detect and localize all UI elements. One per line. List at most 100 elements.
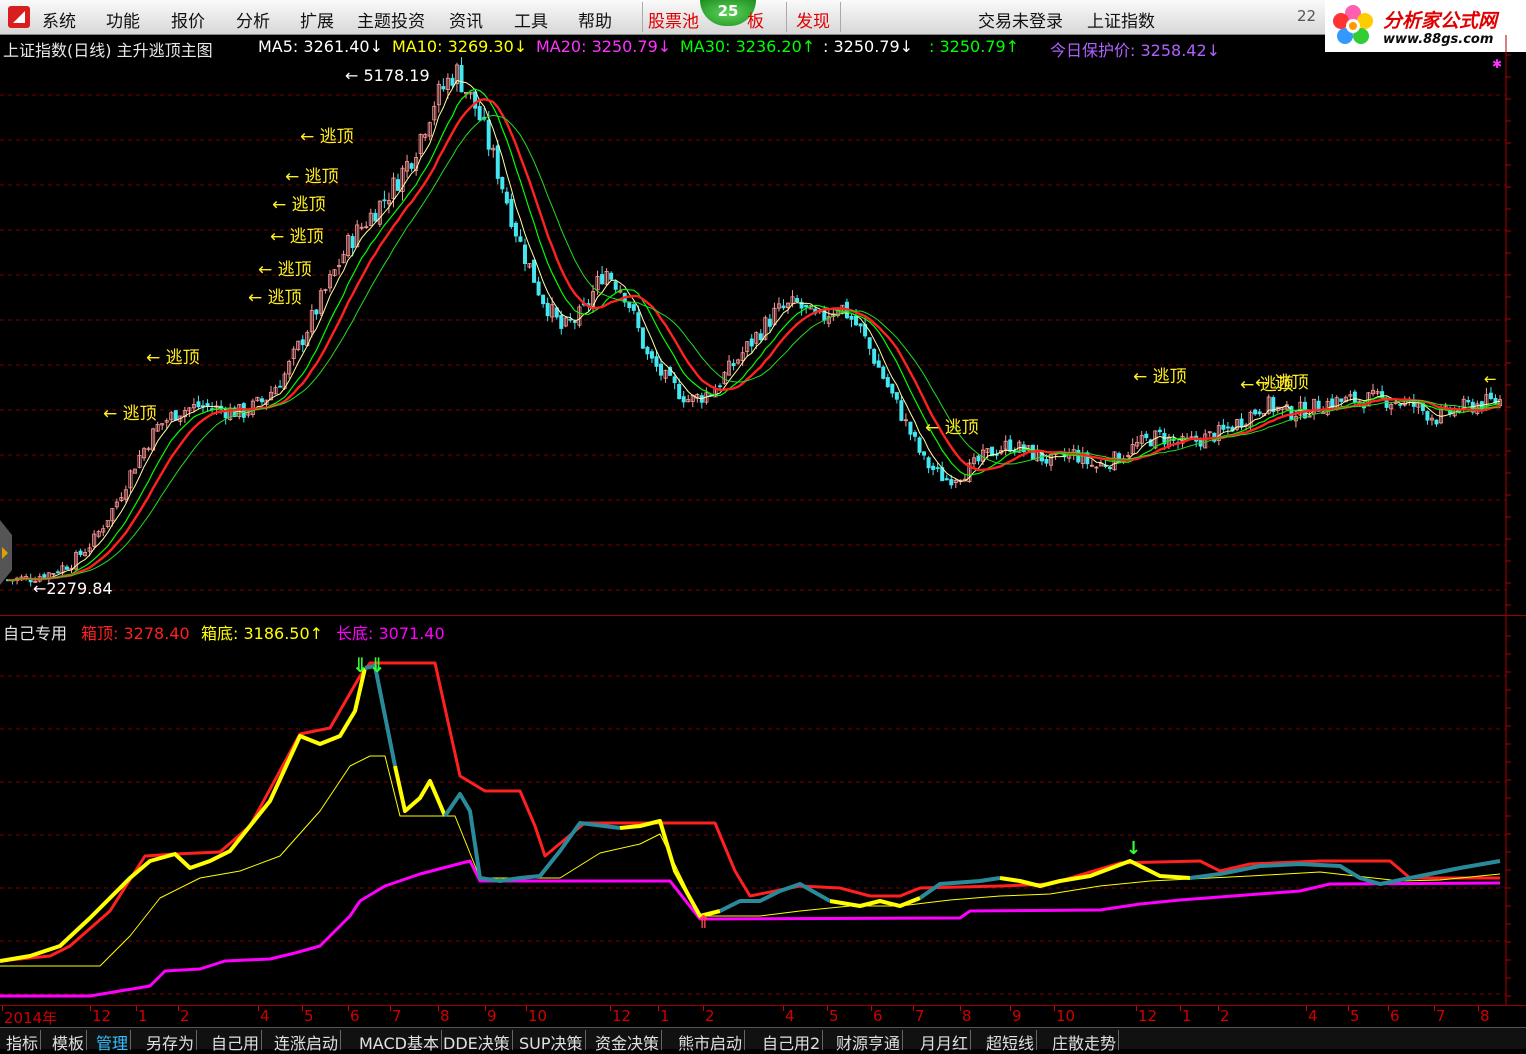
time-axis-tick (1388, 1006, 1389, 1011)
menu-hidden-item[interactable]: 板 (747, 7, 764, 32)
candle-body (1117, 453, 1122, 464)
sell-signal-arrow-icon: ⇓⇓ (352, 653, 386, 677)
price-follow-line (0, 667, 367, 963)
app-logo-icon[interactable] (8, 6, 30, 28)
time-axis-tick (1434, 1006, 1435, 1011)
menu-function[interactable]: 功能 (106, 7, 140, 32)
time-axis-label: 5 (304, 1007, 314, 1025)
legend-value-2: : 3250.79↑ (929, 37, 1020, 56)
menu-separator (840, 2, 841, 32)
candle-body (890, 383, 895, 394)
menu-quote[interactable]: 报价 (171, 7, 205, 32)
time-axis-tick (390, 1006, 391, 1011)
indicator-tab[interactable]: 庄散走势 (1050, 1030, 1120, 1053)
main-chart-panel[interactable]: ← 逃顶 ← 逃顶 ← 逃顶 ← 逃顶 ← 逃顶 ← 逃顶 ← 逃顶 ← 逃顶 ← 逃顶 ← 逃顶… (0, 35, 1526, 615)
indicator-panel[interactable]: ⇓⇓ ↓ ⇑ 自己专用 箱顶: 3278.40 箱底: 3186.50↑ 长底: 3… (0, 615, 1526, 1006)
low-price-label: ←2279.84 (33, 579, 113, 598)
indicator-tab[interactable]: 模板 (50, 1030, 88, 1053)
menu-news[interactable]: 资讯 (449, 7, 483, 32)
indicator-tab[interactable]: 指标 (4, 1030, 42, 1053)
menu-discover[interactable]: 发现 (796, 7, 830, 32)
time-axis-label: 1 (1182, 1007, 1192, 1025)
candle-body (1352, 391, 1357, 404)
escape-top-label: ← 逃顶 (146, 348, 200, 368)
candle-body (509, 198, 514, 227)
candle-body (518, 236, 523, 242)
indicator-tab[interactable]: 连涨启动 (272, 1030, 342, 1053)
time-axis-label: 12 (612, 1007, 632, 1025)
time-axis-tick (258, 1006, 259, 1011)
time-axis-tick (703, 1006, 704, 1011)
legend-protect-price: 今日保护价: 3258.42↓ (1050, 41, 1221, 60)
candle-body (350, 236, 355, 249)
escape-top-label: ← 逃顶 (285, 167, 339, 187)
menu-separator (642, 2, 643, 32)
trade-status[interactable]: 交易未登录 (978, 7, 1063, 32)
candle-body (173, 410, 178, 421)
indicator-tab[interactable]: 超短线 (984, 1030, 1038, 1053)
indicator-tab[interactable]: 财源亨通 (834, 1030, 904, 1053)
candlestick-chart[interactable]: ← 逃顶 ← 逃顶 ← 逃顶 ← 逃顶 ← 逃顶 ← 逃顶 ← 逃顶 ← 逃顶 ← 逃顶 ← 逃顶… (0, 35, 1526, 615)
indicator-tab[interactable]: 自己用 (209, 1030, 263, 1053)
candle-body (1434, 419, 1439, 425)
time-axis-tick (1054, 1006, 1055, 1011)
legend-ma5: MA5: 3261.40↓ (258, 37, 383, 56)
menu-system[interactable]: 系统 (42, 7, 76, 32)
sell-signal-arrow-icon: ↓ (1126, 838, 1141, 859)
menu-analysis[interactable]: 分析 (236, 7, 270, 32)
candle-body (522, 244, 527, 264)
indicator-tab[interactable]: 熊市启动 (676, 1030, 746, 1053)
candle-body (631, 304, 636, 311)
indicator-tab[interactable]: 资金决策 (593, 1030, 663, 1053)
time-axis-label: 8 (962, 1007, 972, 1025)
menu-help[interactable]: 帮助 (578, 7, 612, 32)
legend-long-bottom: 长底: 3071.40 (336, 624, 445, 643)
time-axis-tick (1218, 1006, 1219, 1011)
menu-theme-invest[interactable]: 主题投资 (357, 7, 425, 32)
candle-body (1107, 467, 1112, 470)
indicator-tab[interactable]: 另存为 (144, 1030, 198, 1053)
box-indicator-chart[interactable]: ⇓⇓ ↓ ⇑ (0, 616, 1526, 1006)
menu-bar: 系统 功能 报价 分析 扩展 主题投资 资讯 工具 帮助 股票池 25 板 发现… (0, 0, 1526, 35)
candle-body (931, 465, 936, 470)
ma20-line (7, 97, 1501, 582)
time-axis-label: 2 (1220, 1007, 1230, 1025)
candle-body (78, 550, 83, 556)
price-follow-line (1189, 859, 1501, 886)
indicator-tab[interactable]: DDE决策 (441, 1030, 513, 1053)
indicator-tab[interactable]: MACD基本 (357, 1030, 442, 1053)
time-axis-label: 4 (1308, 1007, 1318, 1025)
escape-top-label: ← 逃顶 (270, 227, 324, 247)
escape-top-label: ← 逃顶 (1255, 373, 1309, 393)
time-axis-label: 6 (350, 1007, 360, 1025)
candle-body (1257, 411, 1262, 415)
price-follow-line (364, 664, 397, 767)
candle-body (881, 366, 886, 379)
indicator-tab[interactable]: 月月红 (918, 1030, 972, 1053)
indicator-tab-bar: 指标 模板 管理 另存为 自己用 连涨启动 MACD基本 DDE决策 SUP决策 资金决策 熊市启动… (0, 1027, 1526, 1053)
time-axis-label: 7 (1436, 1007, 1446, 1025)
menu-stock-pool[interactable]: 股票池 (648, 7, 699, 32)
time-axis-label: 4 (260, 1007, 270, 1025)
time-axis-tick (1180, 1006, 1181, 1011)
candle-body (758, 333, 763, 341)
indicator-tab[interactable]: 自己用2 (760, 1030, 824, 1053)
indicator-title: 自己专用 (3, 624, 68, 643)
indicator-tab[interactable]: SUP决策 (517, 1030, 586, 1053)
time-axis-label: 7 (392, 1007, 402, 1025)
candle-body (849, 315, 854, 320)
arrow-marker: ← (1484, 370, 1497, 388)
candle-body (781, 305, 786, 309)
candle-body (649, 351, 654, 359)
menu-extend[interactable]: 扩展 (300, 7, 334, 32)
indicator-tab[interactable]: 管理 (94, 1030, 132, 1053)
candle-body (259, 398, 264, 403)
legend-ma10: MA10: 3269.30↓ (392, 37, 528, 56)
candle-body (795, 298, 800, 302)
candle-body (949, 479, 954, 486)
time-axis-label: 6 (873, 1007, 883, 1025)
time-axis-label: 2 (705, 1007, 715, 1025)
menu-tools[interactable]: 工具 (514, 7, 548, 32)
candle-body (55, 571, 60, 574)
clock-text: 22 (1297, 7, 1317, 25)
